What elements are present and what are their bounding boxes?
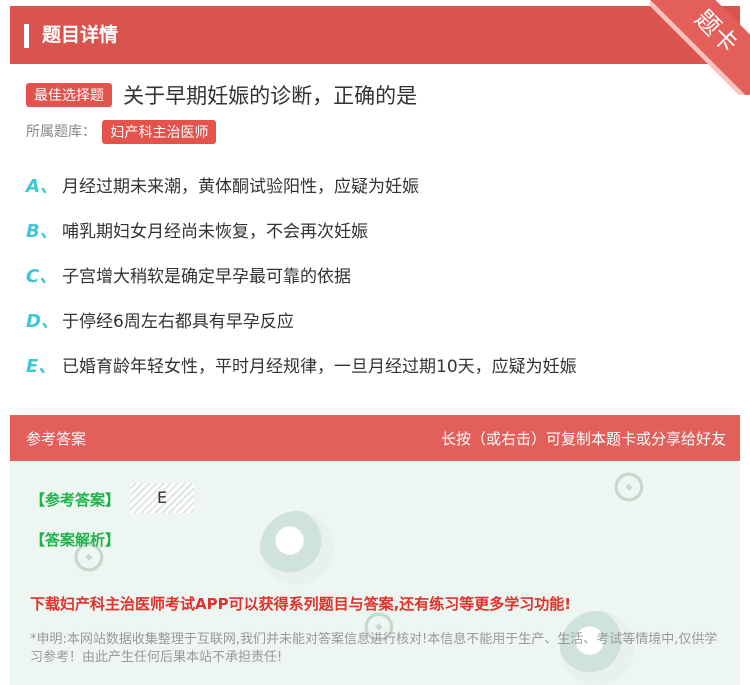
option-text: 月经过期未来潮，黄体酮试验阳性，应疑为妊娠 — [62, 177, 419, 197]
option-list: A、 月经过期未来潮，黄体酮试验阳性，应疑为妊娠 B、 哺乳期妇女月经尚未恢复，不会… — [26, 172, 726, 397]
answer-bar-title: 参考答案 — [26, 430, 87, 448]
question-header: 最佳选择题 关于早期妊娠的诊断，正确的是 — [26, 80, 726, 110]
question-type-tag: 最佳选择题 — [26, 83, 112, 107]
option-text: 哺乳期妇女月经尚未恢复，不会再次妊娠 — [62, 222, 368, 242]
reference-answer-row: 【参考答案】 — [30, 489, 120, 510]
share-hint[interactable]: 长按（或右击）可复制本题卡或分享给好友 — [441, 428, 726, 449]
option-letter: C、 — [26, 266, 58, 287]
option-c[interactable]: C、 子宫增大稍软是确定早孕最可靠的依据 — [26, 262, 726, 307]
option-letter: D、 — [26, 311, 59, 332]
option-b[interactable]: B、 哺乳期妇女月经尚未恢复，不会再次妊娠 — [26, 217, 726, 262]
header-bar: 题目详情 — [10, 6, 740, 64]
page-title: 题目详情 — [42, 24, 119, 46]
option-text: 子宫增大稍软是确定早孕最可靠的依据 — [62, 267, 351, 287]
option-a[interactable]: A、 月经过期未来潮，黄体酮试验阳性，应疑为妊娠 — [26, 172, 726, 217]
watermark-glyph: ⊙ — [597, 461, 659, 518]
option-d[interactable]: D、 于停经6周左右都具有早孕反应 — [26, 307, 726, 352]
library-label: 所属题库： — [26, 124, 96, 140]
answer-analysis-row: 【答案解析】 — [30, 529, 120, 550]
reference-answer-label: 【参考答案】 — [30, 491, 121, 509]
answer-bar: 参考答案 长按（或右击）可复制本题卡或分享给好友 — [10, 415, 740, 461]
download-app-link[interactable]: 下载妇产科主治医师考试APP可以获得系列题目与答案,还有练习等更多学习功能! — [30, 593, 571, 614]
reference-answer-value: E — [130, 483, 194, 513]
option-letter: E、 — [26, 356, 57, 377]
option-text: 已婚育龄年轻女性，平时月经规律，一旦月经过期10天，应疑为妊娠 — [62, 357, 577, 377]
library-tag[interactable]: 妇产科主治医师 — [102, 120, 217, 144]
option-letter: B、 — [26, 221, 58, 242]
watermark-logo-icon — [260, 511, 334, 585]
disclaimer-text: *申明:本网站数据收集整理于互联网,我们并未能对答案信息进行核对!本信息不能用于… — [30, 632, 718, 665]
option-letter: A、 — [26, 176, 58, 197]
answer-analysis-label: 【答案解析】 — [30, 531, 121, 549]
question-title: 关于早期妊娠的诊断，正确的是 — [123, 84, 418, 108]
answer-panel: ⊙ ⊙ ⊙ 【参考答案】 E 【答案解析】 下载妇产科主治医师考试APP可以获得… — [10, 461, 740, 685]
option-e[interactable]: E、 已婚育龄年轻女性，平时月经规律，一旦月经过期10天，应疑为妊娠 — [26, 352, 726, 397]
option-text: 于停经6周左右都具有早孕反应 — [62, 312, 294, 332]
question-library: 所属题库： 妇产科主治医师 — [26, 120, 217, 144]
header-accent-bar — [24, 24, 29, 48]
